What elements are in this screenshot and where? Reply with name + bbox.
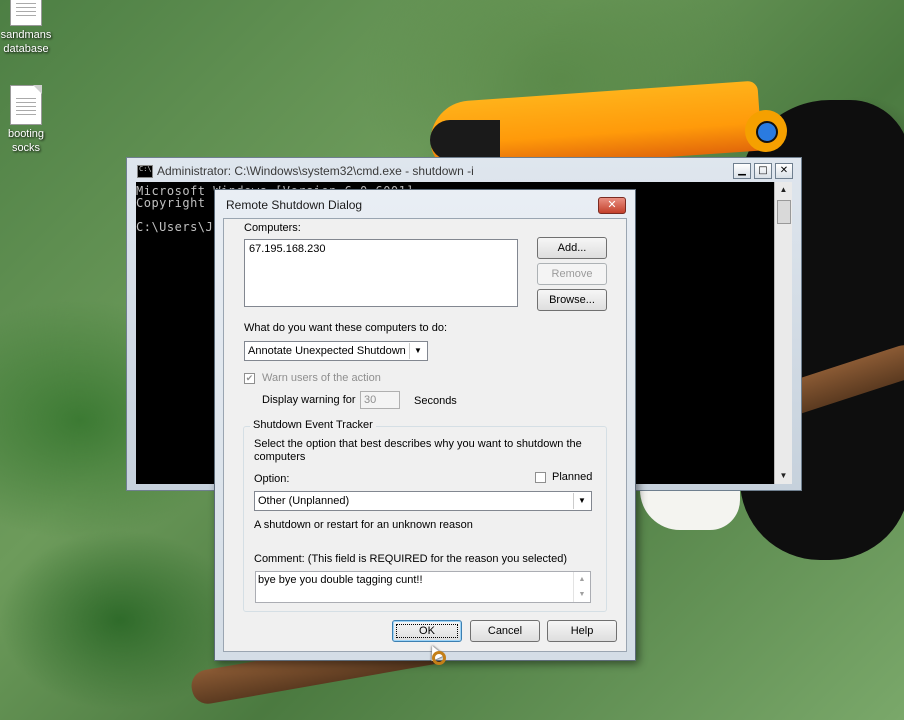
display-warning-label: Display warning for [262, 394, 356, 406]
warn-users-label: Warn users of the action [262, 372, 381, 384]
seconds-label: Seconds [414, 395, 457, 407]
comment-scrollbar[interactable]: ▲ ▼ [573, 572, 590, 602]
file-icon [10, 85, 42, 125]
planned-label: Planned [552, 471, 593, 483]
scroll-thumb[interactable] [777, 200, 791, 224]
console-line: Copyright [136, 196, 206, 210]
remote-shutdown-dialog[interactable]: Remote Shutdown Dialog ✕ Computers: 67.1… [214, 189, 636, 661]
wallpaper-toucan-eye [756, 121, 778, 143]
dialog-client-area: Computers: 67.195.168.230 Add... Remove … [223, 218, 627, 652]
help-button[interactable]: Help [547, 620, 617, 642]
computers-label: Computers: [244, 222, 301, 234]
option-label: Option: [254, 473, 290, 485]
add-button[interactable]: Add... [537, 237, 607, 259]
action-label: What do you want these computers to do: [244, 322, 448, 334]
tracker-description: Select the option that best describes wh… [254, 438, 582, 463]
dialog-title: Remote Shutdown Dialog [226, 198, 363, 212]
focus-ring [396, 624, 458, 638]
warning-seconds-input[interactable]: 30 [360, 391, 400, 409]
scroll-up-icon[interactable]: ▲ [775, 182, 792, 198]
dialog-close-button[interactable]: ✕ [598, 197, 626, 214]
action-dropdown-value: Annotate Unexpected Shutdown [248, 345, 406, 357]
warn-users-checkbox[interactable]: ✔ [244, 373, 255, 384]
remove-button[interactable]: Remove [537, 263, 607, 285]
busy-spinner-icon [432, 651, 446, 665]
option-dropdown-value: Other (Unplanned) [258, 495, 350, 507]
cancel-button[interactable]: Cancel [470, 620, 540, 642]
action-dropdown[interactable]: Annotate Unexpected Shutdown ▼ [244, 341, 428, 361]
minimize-button[interactable]: ▁ [733, 163, 751, 179]
cmd-window-title: Administrator: C:\Windows\system32\cmd.e… [157, 164, 474, 178]
shutdown-event-tracker-group: Shutdown Event Tracker Select the option… [243, 419, 607, 612]
desktop-icon-label: booting [7, 128, 45, 140]
group-title: Shutdown Event Tracker [250, 419, 376, 431]
desktop-icon-booting-socks[interactable]: booting socks [0, 85, 58, 155]
comment-label: Comment: (This field is REQUIRED for the… [254, 553, 568, 565]
desktop-icon-sandmans-database[interactable]: sandmans database [0, 0, 58, 56]
ok-button[interactable]: OK [392, 620, 462, 642]
computer-list-item[interactable]: 67.195.168.230 [249, 243, 325, 255]
reason-description: A shutdown or restart for an unknown rea… [254, 519, 473, 531]
desktop-icon-label: database [3, 43, 49, 55]
chevron-down-icon[interactable]: ▼ [409, 343, 426, 359]
wallpaper-toucan-beak-tip [430, 120, 500, 160]
computers-list[interactable]: 67.195.168.230 [244, 239, 518, 307]
cmd-titlebar[interactable]: Administrator: C:\Windows\system32\cmd.e… [127, 158, 801, 182]
comment-text: bye bye you double tagging cunt!! [258, 574, 423, 586]
scroll-down-icon[interactable]: ▼ [775, 468, 792, 484]
comment-textarea[interactable]: bye bye you double tagging cunt!! ▲ ▼ [255, 571, 591, 603]
console-line: C:\Users\J [136, 220, 214, 234]
chevron-down-icon[interactable]: ▼ [573, 493, 590, 509]
vertical-scrollbar[interactable]: ▲ ▼ [774, 182, 792, 484]
close-button[interactable]: ✕ [775, 163, 793, 179]
browse-button[interactable]: Browse... [537, 289, 607, 311]
desktop-icon-label: sandmans [0, 29, 52, 41]
scroll-down-icon[interactable]: ▼ [574, 587, 590, 602]
file-icon [10, 0, 42, 26]
desktop-icon-label: socks [11, 142, 41, 154]
option-dropdown[interactable]: Other (Unplanned) ▼ [254, 491, 592, 511]
cmd-icon [137, 165, 153, 178]
scroll-up-icon[interactable]: ▲ [574, 572, 590, 587]
maximize-button[interactable]: □ [754, 163, 772, 179]
planned-checkbox[interactable] [535, 472, 546, 483]
